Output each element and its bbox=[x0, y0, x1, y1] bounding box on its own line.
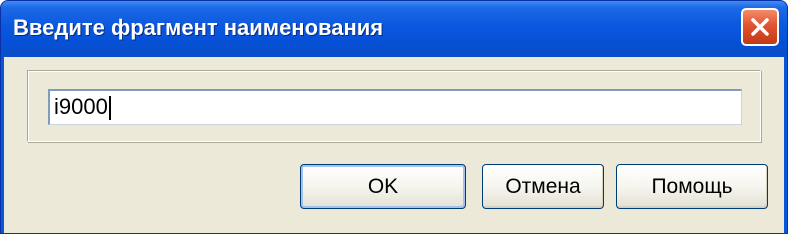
text-caret bbox=[108, 96, 111, 121]
cancel-button-label: Отмена bbox=[505, 174, 581, 198]
close-icon bbox=[751, 18, 769, 36]
close-button[interactable] bbox=[741, 8, 779, 46]
title-bar[interactable]: Введите фрагмент наименования bbox=[1, 1, 787, 57]
ok-button[interactable]: OK bbox=[300, 164, 466, 209]
help-button-label: Помощь bbox=[651, 174, 733, 198]
search-input-value: i9000 bbox=[54, 94, 108, 119]
cancel-button[interactable]: Отмена bbox=[482, 164, 604, 209]
help-button[interactable]: Помощь bbox=[616, 164, 768, 209]
search-input[interactable]: i9000 bbox=[48, 89, 742, 125]
input-group-frame: i9000 bbox=[27, 70, 761, 142]
dialog-window: Введите фрагмент наименования i9000 OK О… bbox=[0, 0, 788, 234]
ok-button-label: OK bbox=[367, 174, 399, 198]
dialog-body: i9000 OK Отмена Помощь bbox=[4, 57, 784, 233]
window-title: Введите фрагмент наименования bbox=[13, 15, 384, 40]
